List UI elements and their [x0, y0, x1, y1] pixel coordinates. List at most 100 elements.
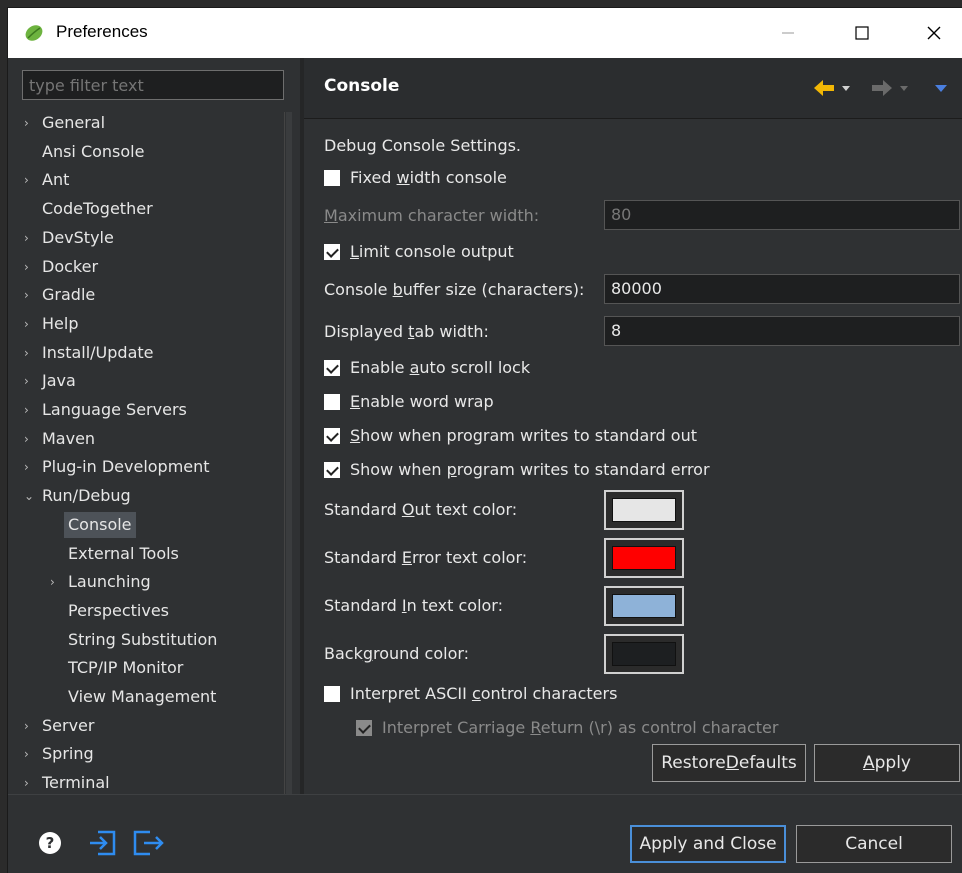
tree-item[interactable]: Perspectives: [22, 598, 284, 624]
tree-item[interactable]: › Help: [22, 311, 284, 337]
chevron-right-icon[interactable]: ›: [50, 569, 66, 595]
maximize-button[interactable]: [834, 8, 890, 58]
forward-arrow-icon[interactable]: [870, 78, 918, 98]
chevron-right-icon[interactable]: ›: [24, 254, 40, 280]
tree-item[interactable]: › Spring: [22, 741, 284, 767]
title-bar: Preferences: [8, 8, 962, 58]
tree-item[interactable]: CodeTogether: [22, 196, 284, 222]
buffer-size-input[interactable]: 80000: [604, 274, 960, 304]
tree-item[interactable]: External Tools: [22, 541, 284, 567]
restore-defaults-button[interactable]: Restore Defaults: [652, 744, 806, 782]
chevron-down-icon[interactable]: ⌄: [24, 483, 40, 509]
dialog-footer: ? Apply and Close Cancel: [8, 794, 962, 873]
checkbox-box[interactable]: [324, 428, 340, 444]
chevron-right-icon[interactable]: ›: [24, 340, 40, 366]
tree-item-label: View Management: [68, 687, 217, 706]
tree-item[interactable]: › Gradle: [22, 282, 284, 308]
tree-item[interactable]: › Docker: [22, 254, 284, 280]
checkbox-box[interactable]: [324, 686, 340, 702]
tree-item-label: Gradle: [42, 285, 96, 305]
minimize-button[interactable]: [760, 8, 816, 58]
tree-item[interactable]: › Language Servers: [22, 397, 284, 423]
tree-item[interactable]: › Launching: [22, 569, 284, 595]
color-swatch: [612, 498, 676, 522]
std-out-color-label: Standard Out text color:: [324, 500, 518, 519]
cancel-button[interactable]: Cancel: [796, 825, 952, 863]
tree-item[interactable]: TCP/IP Monitor: [22, 655, 284, 681]
filter-input[interactable]: [22, 70, 284, 100]
apply-and-close-button[interactable]: Apply and Close: [630, 825, 786, 863]
tree-item[interactable]: › Server: [22, 713, 284, 739]
view-menu-icon[interactable]: [932, 78, 950, 98]
std-in-color-button[interactable]: [604, 586, 684, 626]
max-char-width-label: Maximum character width:: [324, 206, 540, 225]
tree-item-label: Console: [64, 511, 136, 538]
close-button[interactable]: [906, 8, 962, 58]
import-icon[interactable]: [88, 829, 118, 857]
chevron-right-icon[interactable]: ›: [24, 741, 40, 767]
tree-item[interactable]: ⌄ Run/Debug: [22, 483, 284, 509]
checkbox-box[interactable]: [324, 170, 340, 186]
tree-item-label: Perspectives: [68, 600, 169, 620]
tree-item[interactable]: › General: [22, 112, 284, 136]
preferences-window: Preferences ›General Ansi Console›Ant Code…: [8, 8, 962, 873]
chevron-right-icon[interactable]: ›: [24, 397, 40, 423]
chevron-right-icon[interactable]: ›: [24, 311, 40, 337]
tree-item[interactable]: › DevStyle: [22, 225, 284, 251]
chevron-right-icon[interactable]: ›: [24, 454, 40, 480]
tree-item-label: Server: [42, 715, 95, 735]
chevron-right-icon[interactable]: ›: [24, 770, 40, 794]
preferences-tree[interactable]: › General Ansi Console › Ant CodeTogether › Dev…: [22, 112, 285, 794]
help-icon[interactable]: ?: [38, 831, 62, 855]
checkbox-box[interactable]: [324, 244, 340, 260]
tree-scrollbar[interactable]: [286, 112, 292, 794]
minimize-icon: [782, 32, 794, 34]
tree-item-label: String Substitution: [68, 629, 218, 649]
checkbox-box[interactable]: [324, 394, 340, 410]
tree-item[interactable]: › Terminal: [22, 770, 284, 794]
tree-item[interactable]: › Java: [22, 368, 284, 394]
color-swatch: [612, 594, 676, 618]
tree-item[interactable]: Ansi Console: [22, 139, 284, 165]
tree-item[interactable]: › Ant: [22, 167, 284, 193]
std-err-color-label: Standard Error text color:: [324, 548, 528, 567]
tree-item[interactable]: String Substitution: [22, 627, 284, 653]
page-header: Console: [304, 58, 962, 119]
tree-item[interactable]: › Maven: [22, 426, 284, 452]
chevron-right-icon[interactable]: ›: [24, 713, 40, 739]
tab-width-label: Displayed tab width:: [324, 322, 489, 341]
export-icon[interactable]: [132, 829, 166, 857]
checkbox-box[interactable]: [324, 360, 340, 376]
tree-item-label: Docker: [42, 256, 99, 276]
back-arrow-icon[interactable]: [812, 78, 860, 98]
chevron-right-icon[interactable]: ›: [24, 225, 40, 251]
tree-item[interactable]: View Management: [22, 684, 284, 710]
chevron-right-icon[interactable]: ›: [24, 368, 40, 394]
std-in-color-label: Standard In text color:: [324, 596, 503, 615]
page-title: Console: [324, 76, 400, 96]
tree-item[interactable]: Console: [22, 511, 284, 538]
apply-button[interactable]: Apply: [814, 744, 960, 782]
background-color-label: Background color:: [324, 644, 470, 663]
checkbox-box[interactable]: [356, 720, 372, 736]
tree-item-label: Language Servers: [42, 400, 187, 419]
max-char-width-input[interactable]: 80: [604, 200, 960, 230]
tree-item[interactable]: › Install/Update: [22, 340, 284, 366]
background-color-button[interactable]: [604, 634, 684, 674]
chevron-right-icon[interactable]: ›: [24, 112, 40, 136]
checkbox-box[interactable]: [324, 462, 340, 478]
chevron-right-icon[interactable]: ›: [24, 282, 40, 308]
std-out-color-button[interactable]: [604, 490, 684, 530]
tree-item-label: Spring: [42, 744, 94, 764]
std-err-color-button[interactable]: [604, 538, 684, 578]
svg-text:?: ?: [46, 834, 55, 852]
chevron-right-icon[interactable]: ›: [24, 167, 40, 193]
tab-width-input[interactable]: 8: [604, 316, 960, 346]
tree-item-label: Install/Update: [42, 342, 154, 362]
app-leaf-icon: [25, 25, 43, 41]
maximize-icon: [855, 26, 869, 40]
tree-item-label: Java: [42, 371, 76, 391]
chevron-right-icon[interactable]: ›: [24, 426, 40, 452]
tree-item-label: Launching: [68, 572, 151, 592]
tree-item[interactable]: › Plug-in Development: [22, 454, 284, 480]
